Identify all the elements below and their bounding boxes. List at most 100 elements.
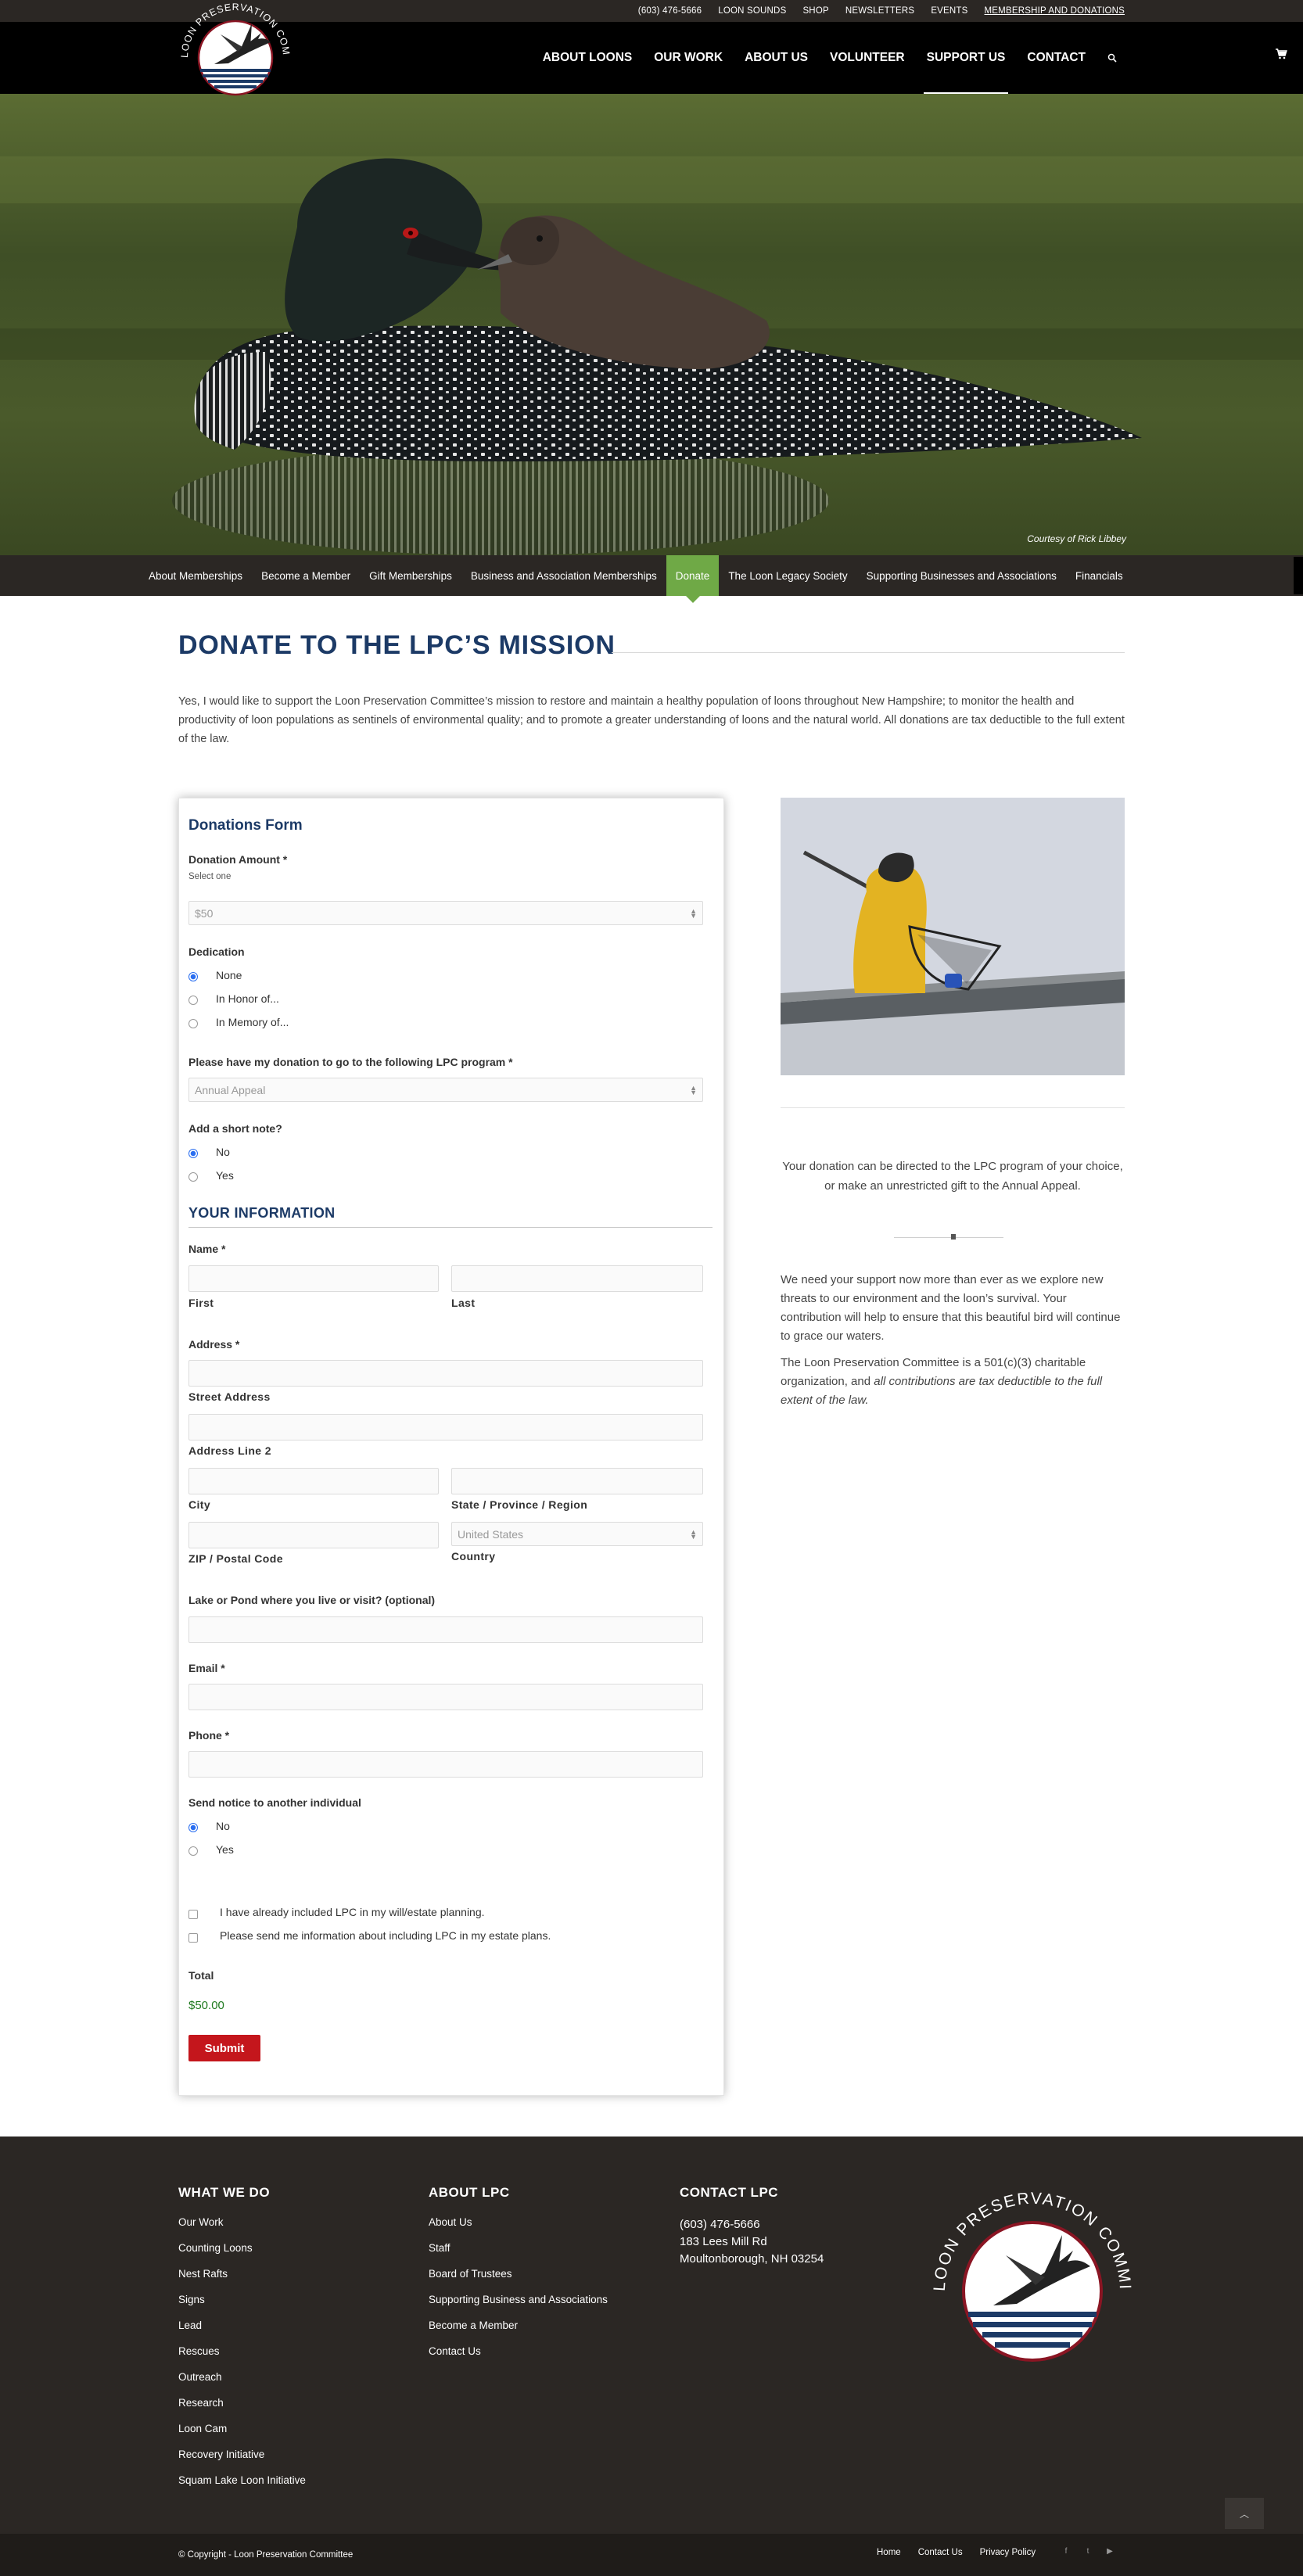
nav-support-us[interactable]: SUPPORT US: [916, 22, 1017, 94]
note-no-radio[interactable]: [188, 1149, 198, 1158]
last-name-input[interactable]: [451, 1265, 703, 1292]
lake-input[interactable]: [188, 1616, 703, 1643]
notice-yes-radio[interactable]: [188, 1846, 198, 1856]
subnav-about-memberships[interactable]: About Memberships: [139, 555, 252, 596]
nav-about-loons[interactable]: ABOUT LOONS: [532, 22, 644, 94]
sidebar-paragraph-1: We need your support now more than ever …: [781, 1273, 1121, 1343]
topbar-loon-sounds-link[interactable]: LOON SOUNDS: [718, 6, 786, 16]
first-name-input[interactable]: [188, 1265, 439, 1292]
sidebar-divider: [781, 1107, 1125, 1108]
donation-amount-value: $50: [195, 906, 214, 920]
dedication-none-radio[interactable]: [188, 972, 198, 981]
dedication-label: Dedication: [188, 945, 245, 958]
topbar-membership-link[interactable]: MEMBERSHIP AND DONATIONS: [985, 6, 1125, 16]
footer-link-contact-us[interactable]: Contact Us: [429, 2345, 608, 2371]
topbar-phone-link[interactable]: (603) 476-5666: [638, 6, 702, 16]
chevron-up-icon: ︿: [1239, 2508, 1249, 2520]
bottom-link-home[interactable]: Home: [877, 2548, 901, 2557]
address-line2-input[interactable]: [188, 1414, 703, 1440]
nav-our-work[interactable]: OUR WORK: [643, 22, 734, 94]
estate-info-checkbox[interactable]: [188, 1933, 198, 1943]
scroll-to-top-button[interactable]: ︿: [1225, 2498, 1264, 2529]
footer-link-research[interactable]: Research: [178, 2397, 306, 2423]
footer-link-become-member[interactable]: Become a Member: [429, 2319, 608, 2345]
total-value: $50.00: [188, 1999, 224, 2012]
section-divider: [188, 1227, 713, 1228]
donation-amount-select[interactable]: $50 ▲ ▼: [188, 901, 703, 925]
program-value: Annual Appeal: [195, 1083, 266, 1096]
last-name-sublabel: Last: [451, 1297, 476, 1309]
topbar-events-link[interactable]: EVENTS: [931, 6, 967, 16]
search-icon[interactable]: [1097, 22, 1128, 94]
footer-about-lpc: ABOUT LPC About Us Staff Board of Truste…: [429, 2185, 608, 2371]
subnav-gift-memberships[interactable]: Gift Memberships: [360, 555, 461, 596]
cart-icon[interactable]: [1275, 48, 1292, 65]
select-arrows-icon: ▲ ▼: [690, 1083, 697, 1096]
state-input[interactable]: [451, 1468, 703, 1494]
estate-included-checkbox[interactable]: [188, 1910, 198, 1919]
footer-link-nest-rafts[interactable]: Nest Rafts: [178, 2268, 306, 2294]
footer-link-staff[interactable]: Staff: [429, 2242, 608, 2268]
footer-link-counting-loons[interactable]: Counting Loons: [178, 2242, 306, 2268]
footer-link-loon-cam[interactable]: Loon Cam: [178, 2423, 306, 2449]
street-address-input[interactable]: [188, 1360, 703, 1387]
zip-sublabel: ZIP / Postal Code: [188, 1552, 283, 1565]
bottom-link-contact[interactable]: Contact Us: [918, 2548, 963, 2557]
youtube-icon[interactable]: ▶: [1105, 2547, 1115, 2556]
footer-phone[interactable]: (603) 476-5666: [680, 2216, 824, 2233]
subnav-become-member[interactable]: Become a Member: [252, 555, 360, 596]
dedication-honor-radio[interactable]: [188, 996, 198, 1005]
subnav-legacy-society[interactable]: The Loon Legacy Society: [719, 555, 856, 596]
footer-heading: WHAT WE DO: [178, 2185, 271, 2200]
select-arrows-icon: ▲ ▼: [690, 906, 697, 920]
subnav-supporting-businesses[interactable]: Supporting Businesses and Associations: [857, 555, 1066, 596]
subnav-business-memberships[interactable]: Business and Association Memberships: [461, 555, 666, 596]
lake-label: Lake or Pond where you live or visit? (o…: [188, 1594, 436, 1606]
site-logo[interactable]: LOON PRESERVATION COMMITTEE: [169, 0, 297, 103]
notice-no-radio[interactable]: [188, 1823, 198, 1832]
zip-input[interactable]: [188, 1522, 439, 1548]
bottom-bar: © Copyright - Loon Preservation Committe…: [0, 2534, 1303, 2576]
bottom-link-privacy[interactable]: Privacy Policy: [980, 2548, 1036, 2557]
city-sublabel: City: [188, 1498, 211, 1511]
donation-amount-label: Donation Amount *: [188, 853, 288, 866]
program-label: Please have my donation to go to the fol…: [188, 1056, 513, 1068]
footer-link-our-work[interactable]: Our Work: [178, 2216, 306, 2242]
footer-link-outreach[interactable]: Outreach: [178, 2371, 306, 2397]
footer-link-rescues[interactable]: Rescues: [178, 2345, 306, 2371]
subnav-financials[interactable]: Financials: [1066, 555, 1132, 596]
phone-input[interactable]: [188, 1751, 703, 1778]
form-title: Donations Form: [188, 817, 303, 834]
topbar-shop-link[interactable]: SHOP: [802, 6, 828, 16]
footer-what-we-do: WHAT WE DO Our Work Counting Loons Nest …: [178, 2185, 306, 2500]
footer-link-about-us[interactable]: About Us: [429, 2216, 608, 2242]
topbar-newsletters-link[interactable]: NEWSLETTERS: [845, 6, 914, 16]
footer-link-board[interactable]: Board of Trustees: [429, 2268, 608, 2294]
social-links: f t ▶: [1061, 2547, 1115, 2556]
sidebar-text: We need your support now more than ever …: [781, 1271, 1125, 1418]
nav-volunteer[interactable]: VOLUNTEER: [819, 22, 916, 94]
subnav-donate[interactable]: Donate: [666, 555, 720, 603]
phone-label: Phone *: [188, 1729, 230, 1742]
name-label: Name *: [188, 1243, 226, 1255]
footer-link-squam-lake[interactable]: Squam Lake Loon Initiative: [178, 2474, 306, 2500]
facebook-icon[interactable]: f: [1061, 2547, 1071, 2556]
program-select[interactable]: Annual Appeal ▲ ▼: [188, 1078, 703, 1102]
dedication-memory-radio[interactable]: [188, 1019, 198, 1028]
note-no-label: No: [216, 1146, 230, 1158]
twitter-icon[interactable]: t: [1083, 2547, 1093, 2556]
email-input[interactable]: [188, 1684, 703, 1710]
country-select[interactable]: United States ▲ ▼: [451, 1522, 703, 1546]
footer-link-lead[interactable]: Lead: [178, 2319, 306, 2345]
note-yes-radio[interactable]: [188, 1172, 198, 1182]
notice-yes-label: Yes: [216, 1843, 234, 1856]
footer-link-signs[interactable]: Signs: [178, 2294, 306, 2319]
submit-button[interactable]: Submit: [188, 2035, 260, 2061]
city-input[interactable]: [188, 1468, 439, 1494]
nav-about-us[interactable]: ABOUT US: [734, 22, 819, 94]
nav-contact[interactable]: CONTACT: [1016, 22, 1097, 94]
footer-link-supporting-business[interactable]: Supporting Business and Associations: [429, 2294, 608, 2319]
sidebar-ornament-line: [894, 1237, 1003, 1238]
footer-link-recovery-initiative[interactable]: Recovery Initiative: [178, 2449, 306, 2474]
estate-info-label: Please send me information about includi…: [220, 1929, 551, 1942]
